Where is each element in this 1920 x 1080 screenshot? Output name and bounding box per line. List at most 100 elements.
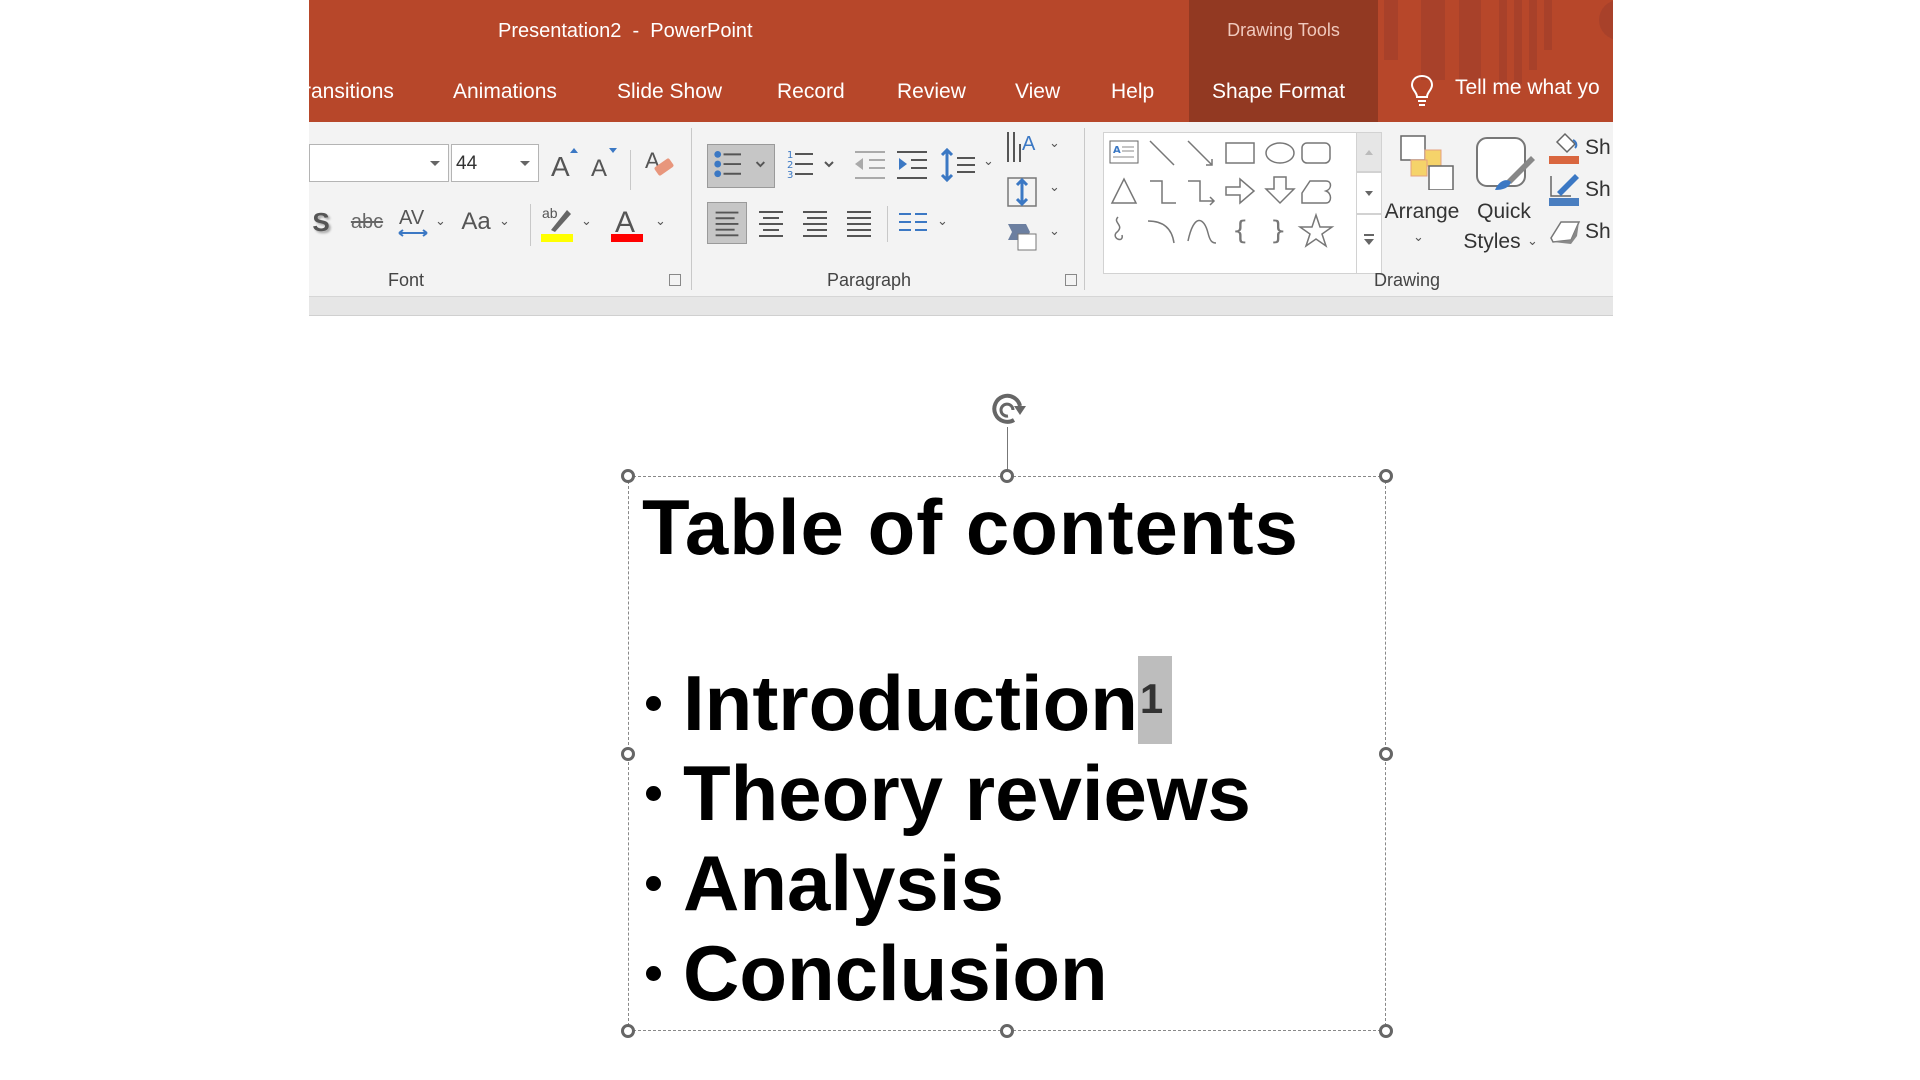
resize-handle-bottom-left[interactable]	[621, 1024, 635, 1038]
numbered-list-icon: 1 2 3	[787, 150, 834, 181]
shape-outline-label[interactable]: Sh	[1585, 178, 1611, 202]
chevron-down-icon[interactable]: ⌄	[1527, 234, 1538, 249]
gallery-scroll-up[interactable]	[1356, 132, 1382, 172]
resize-handle-left[interactable]	[621, 747, 635, 761]
tab-help[interactable]: Help	[1111, 80, 1154, 104]
increase-indent-icon	[897, 151, 927, 179]
shrink-font-icon: A	[591, 148, 617, 182]
tab-slide-show[interactable]: Slide Show	[617, 80, 722, 104]
clear-formatting-button[interactable]: A	[641, 144, 677, 184]
svg-text:A: A	[1022, 133, 1036, 155]
resize-handle-top-right[interactable]	[1379, 469, 1393, 483]
tab-view[interactable]: View	[1015, 80, 1060, 104]
justify-button[interactable]	[839, 202, 879, 244]
arrange-button[interactable]	[1389, 132, 1455, 190]
align-text-button[interactable]	[1004, 172, 1042, 212]
pen-outline-icon	[1549, 174, 1579, 206]
increase-indent-button[interactable]	[893, 144, 933, 188]
character-spacing-button[interactable]: AV	[395, 202, 431, 242]
chevron-down-icon[interactable]: ⌄	[1413, 230, 1424, 245]
chevron-down-icon[interactable]: ⌄	[435, 214, 446, 229]
resize-handle-top[interactable]	[1000, 469, 1014, 483]
increase-font-size-button[interactable]: A	[547, 144, 581, 182]
window-title: Presentation2 - PowerPoint	[498, 20, 753, 42]
slide-text-content[interactable]: Table of contents Introduction 1 Theory …	[642, 482, 1299, 1018]
tab-review[interactable]: Review	[897, 80, 966, 104]
drawing-tools-label: Drawing Tools	[1227, 20, 1340, 40]
tell-me-search[interactable]: Tell me what yo	[1455, 76, 1600, 100]
snip-rectangle-shape-icon	[1301, 180, 1332, 204]
bullets-button[interactable]	[707, 144, 775, 188]
chevron-down-icon[interactable]: ⌄	[655, 214, 666, 229]
chevron-down-icon[interactable]: ⌄	[1049, 136, 1060, 151]
quick-styles-label-2[interactable]: Styles	[1457, 230, 1527, 254]
left-brace-shape-icon: {	[1232, 216, 1249, 246]
align-right-icon	[803, 211, 827, 237]
chevron-down-icon[interactable]: ⌄	[1049, 224, 1060, 239]
numbering-button[interactable]: 1 2 3	[783, 144, 843, 188]
shape-effects-label[interactable]: Sh	[1585, 220, 1611, 244]
chevron-down-icon[interactable]: ⌄	[1049, 180, 1060, 195]
quick-styles-icon	[1476, 137, 1535, 190]
quick-styles-button[interactable]	[1473, 134, 1537, 198]
bullet-text: Theory reviews	[683, 749, 1251, 837]
chevron-down-icon[interactable]: ⌄	[581, 214, 592, 229]
separator	[530, 204, 531, 246]
chevron-down-icon[interactable]: ⌄	[937, 214, 948, 229]
resize-handle-bottom-right[interactable]	[1379, 1024, 1393, 1038]
tab-animations[interactable]: Animations	[453, 80, 557, 104]
font-dialog-launcher[interactable]	[669, 274, 681, 286]
chevron-down-icon[interactable]: ⌄	[499, 214, 510, 229]
decorative-bar	[1459, 0, 1481, 80]
tab-transitions[interactable]: ransitions	[309, 80, 394, 104]
align-left-button[interactable]	[707, 202, 747, 244]
columns-button[interactable]	[893, 202, 933, 244]
svg-text:A: A	[1113, 145, 1121, 156]
chevron-down-icon	[430, 161, 440, 166]
bullet-text: Analysis	[683, 839, 1004, 927]
align-center-button[interactable]	[751, 202, 791, 244]
font-name-combo[interactable]	[309, 144, 449, 182]
justify-icon	[847, 211, 871, 237]
convert-to-smartart-button[interactable]	[1004, 216, 1042, 256]
star-shape-icon	[1297, 212, 1335, 248]
text-shadow-button[interactable]: S	[309, 204, 333, 240]
tab-shape-format[interactable]: Shape Format	[1212, 80, 1345, 104]
rotate-handle-icon[interactable]	[986, 388, 1030, 432]
lightbulb-icon[interactable]	[1409, 74, 1435, 108]
clear-formatting-icon: A	[645, 148, 674, 176]
decorative-bar	[1529, 0, 1537, 70]
freeform-scribble-shape-icon	[1114, 216, 1123, 241]
quick-styles-label-1[interactable]: Quick	[1469, 200, 1539, 224]
align-left-icon	[715, 211, 739, 237]
text-direction-button[interactable]: A	[1004, 128, 1042, 168]
bullet-icon	[646, 875, 661, 891]
font-color-button[interactable]: A	[609, 200, 645, 244]
resize-handle-bottom[interactable]	[1000, 1024, 1014, 1038]
chevron-down-icon[interactable]: ⌄	[983, 154, 994, 169]
shape-outline-button[interactable]	[1547, 172, 1581, 208]
paragraph-dialog-launcher[interactable]	[1065, 274, 1077, 286]
chevron-down-icon	[520, 161, 530, 166]
shape-effects-button[interactable]	[1547, 214, 1581, 250]
line-spacing-button[interactable]	[939, 144, 979, 188]
tab-record[interactable]: Record	[777, 80, 845, 104]
font-size-combo[interactable]: 44	[451, 144, 539, 182]
bullet-text: Conclusion	[683, 929, 1108, 1017]
title-bar: Presentation2 - PowerPoint Drawing Tools…	[309, 0, 1613, 122]
resize-handle-right[interactable]	[1379, 747, 1393, 761]
resize-handle-top-left[interactable]	[621, 469, 635, 483]
decrease-indent-button[interactable]	[851, 144, 891, 188]
arrange-label[interactable]: Arrange	[1369, 200, 1475, 224]
footnote-reference[interactable]: 1	[1137, 656, 1173, 744]
chevron-up-icon	[1365, 150, 1373, 155]
change-case-button[interactable]: Aa	[457, 204, 495, 240]
align-right-button[interactable]	[795, 202, 835, 244]
highlight-color-button[interactable]: ab	[539, 200, 575, 244]
shape-fill-button[interactable]	[1547, 130, 1581, 166]
font-color-icon: A	[611, 206, 643, 242]
decrease-font-size-button[interactable]: A	[587, 144, 621, 182]
font-size-value: 44	[456, 153, 478, 174]
strikethrough-button[interactable]: abc	[347, 204, 387, 240]
shape-fill-label[interactable]: Sh	[1585, 136, 1611, 160]
